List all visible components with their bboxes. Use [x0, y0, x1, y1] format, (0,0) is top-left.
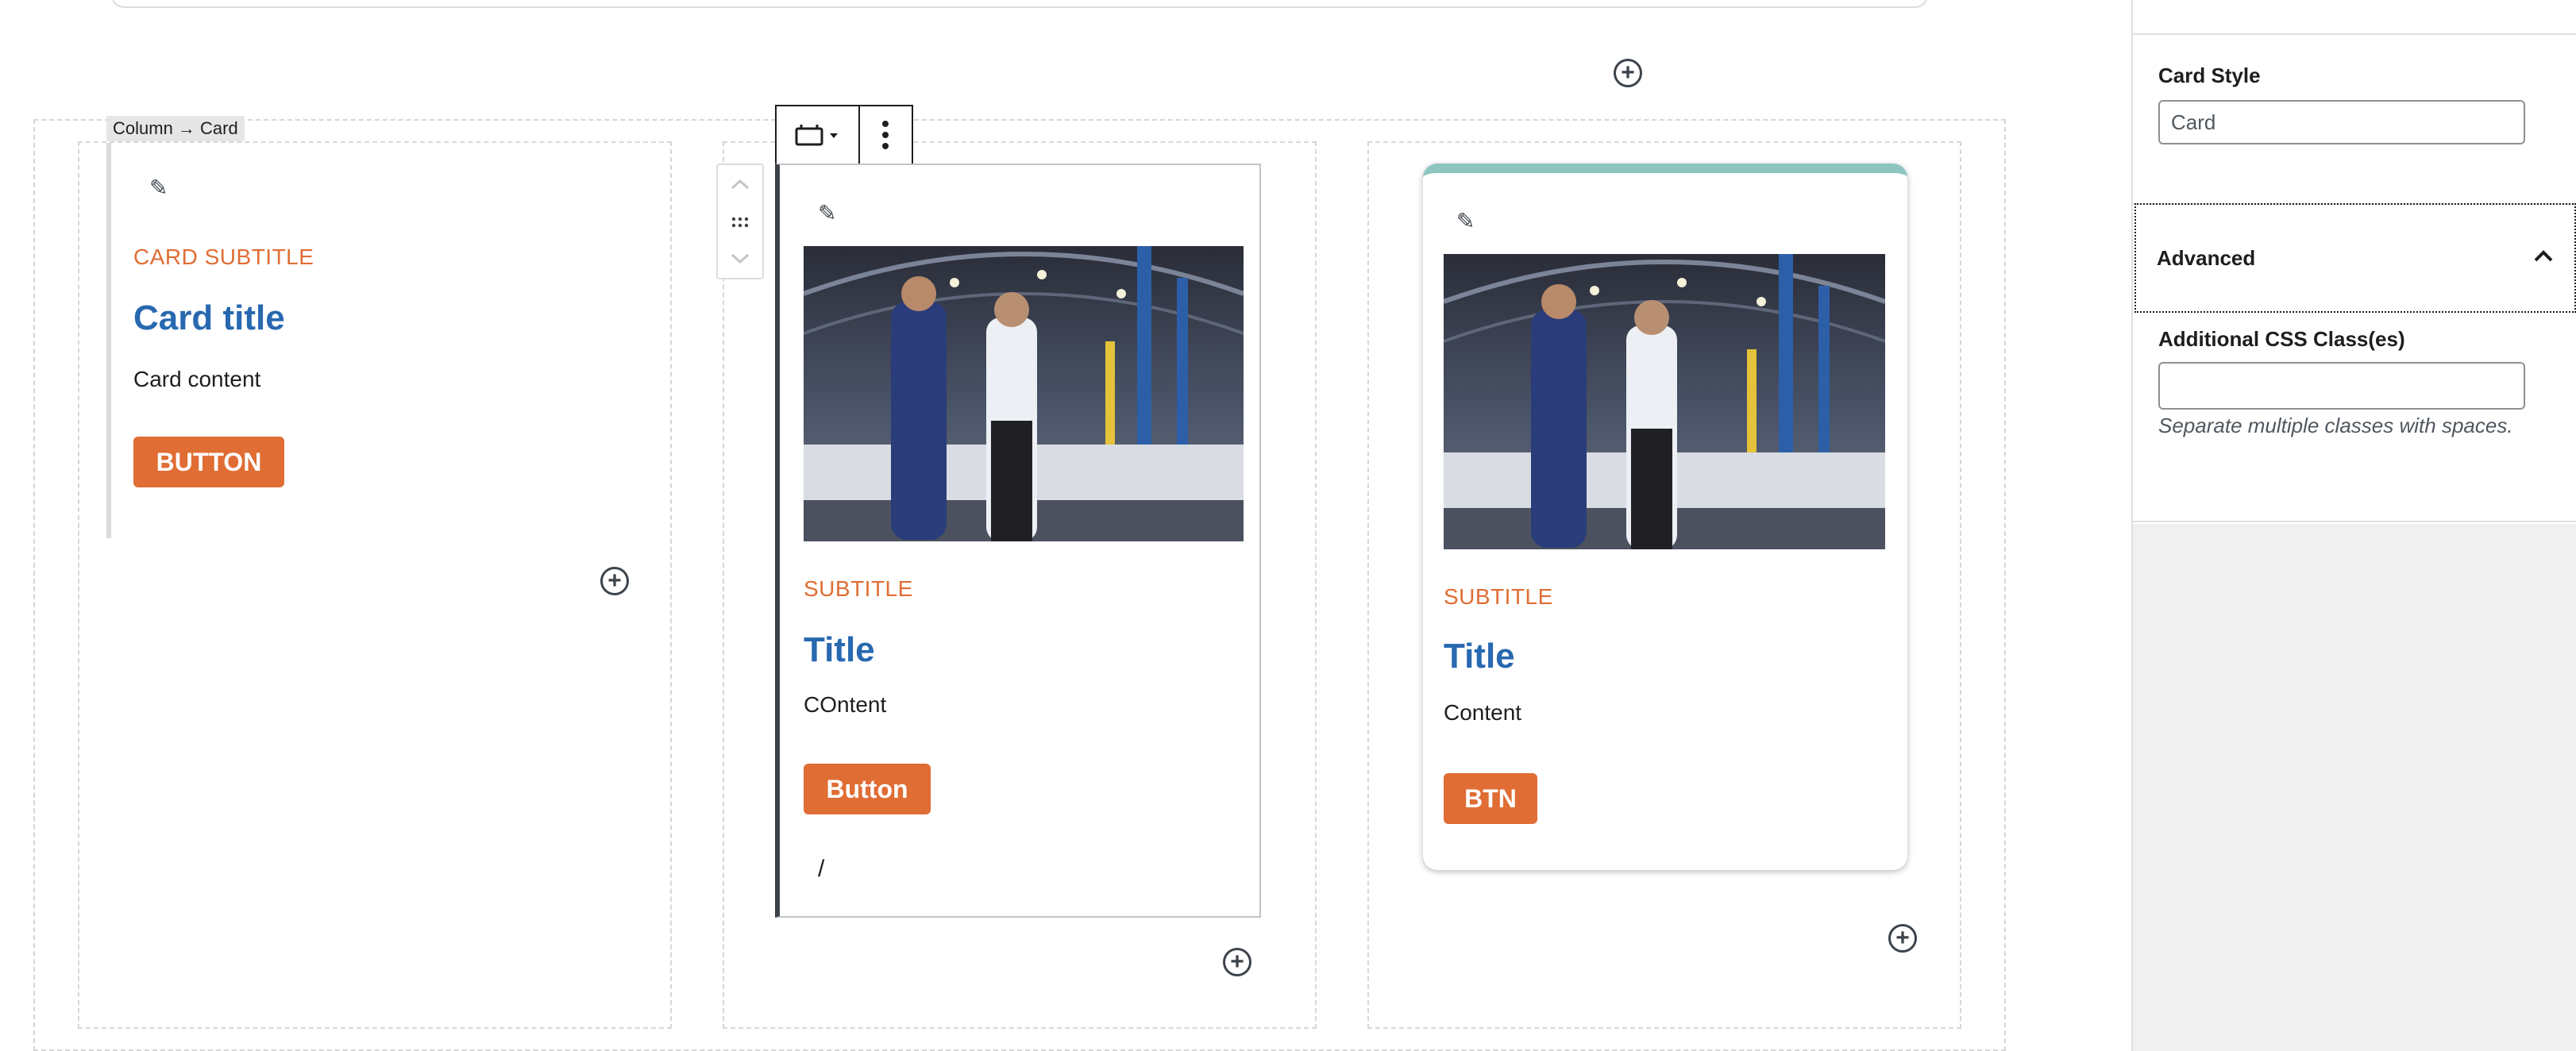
block-mover — [716, 164, 764, 279]
card-2[interactable]: ✎ SUBTITLE Title COntent Button / — [775, 164, 1264, 918]
pencil-icon[interactable]: ✎ — [149, 175, 168, 201]
add-block-icon[interactable]: + — [1888, 924, 1917, 953]
move-down-button[interactable] — [718, 243, 762, 275]
add-block-icon[interactable]: + — [600, 567, 629, 595]
card-3-content[interactable]: Content — [1444, 700, 1521, 726]
pencil-icon[interactable]: ✎ — [818, 200, 836, 226]
divider — [2133, 521, 2576, 522]
drag-handle-icon — [731, 217, 749, 228]
pencil-icon[interactable]: ✎ — [1456, 208, 1475, 234]
chevron-down-icon — [731, 253, 750, 264]
card-3-subtitle[interactable]: SUBTITLE — [1444, 584, 1553, 610]
card-1-subtitle[interactable]: CARD SUBTITLE — [133, 244, 314, 270]
hangar-photo — [804, 246, 1244, 541]
hangar-photo — [1444, 254, 1885, 549]
block-toolbar — [775, 105, 913, 165]
card-3[interactable]: ✎ SUBTITLE Title Content BTN — [1423, 164, 1907, 870]
block-breadcrumb[interactable]: Column → Card — [106, 116, 245, 141]
card-2-title[interactable]: Title — [804, 630, 875, 670]
more-vertical-icon — [882, 121, 889, 149]
card-2-subtitle[interactable]: SUBTITLE — [804, 576, 913, 602]
top-input-edge — [111, 0, 1928, 8]
card-1[interactable]: ✎ CARD SUBTITLE Card title Card content … — [111, 143, 667, 540]
advanced-panel-toggle[interactable]: Advanced — [2134, 203, 2576, 313]
card-2-footer-gap — [1261, 841, 1264, 916]
card-2-image — [804, 246, 1244, 541]
css-class-help: Separate multiple classes with spaces. — [2158, 414, 2513, 437]
advanced-label: Advanced — [2157, 246, 2256, 270]
card-block-icon — [795, 125, 839, 146]
block-switcher[interactable] — [777, 106, 860, 164]
drag-handle[interactable] — [718, 206, 762, 238]
card-3-title[interactable]: Title — [1444, 637, 1515, 676]
card-style-label: Card Style — [2158, 64, 2261, 87]
css-class-input[interactable] — [2158, 362, 2525, 410]
more-options-button[interactable] — [860, 106, 912, 164]
chevron-up-icon — [2534, 250, 2553, 262]
card-2-footer-text[interactable]: / — [818, 856, 824, 883]
card-2-content[interactable]: COntent — [804, 692, 886, 718]
css-class-label: Additional CSS Class(es) — [2158, 327, 2405, 351]
card-2-button[interactable]: Button — [804, 764, 931, 814]
chevron-up-icon — [731, 179, 750, 190]
card-style-field[interactable]: Card — [2158, 100, 2525, 144]
divider — [2133, 33, 2576, 35]
move-up-button[interactable] — [718, 168, 762, 200]
card-1-button[interactable]: BUTTON — [133, 437, 284, 487]
card-3-button[interactable]: BTN — [1444, 773, 1537, 824]
add-block-icon[interactable]: + — [1614, 59, 1642, 87]
add-block-icon[interactable]: + — [1223, 948, 1251, 976]
card-1-title[interactable]: Card title — [133, 298, 285, 338]
card-3-image — [1444, 254, 1885, 549]
card-1-content[interactable]: Card content — [133, 367, 260, 392]
